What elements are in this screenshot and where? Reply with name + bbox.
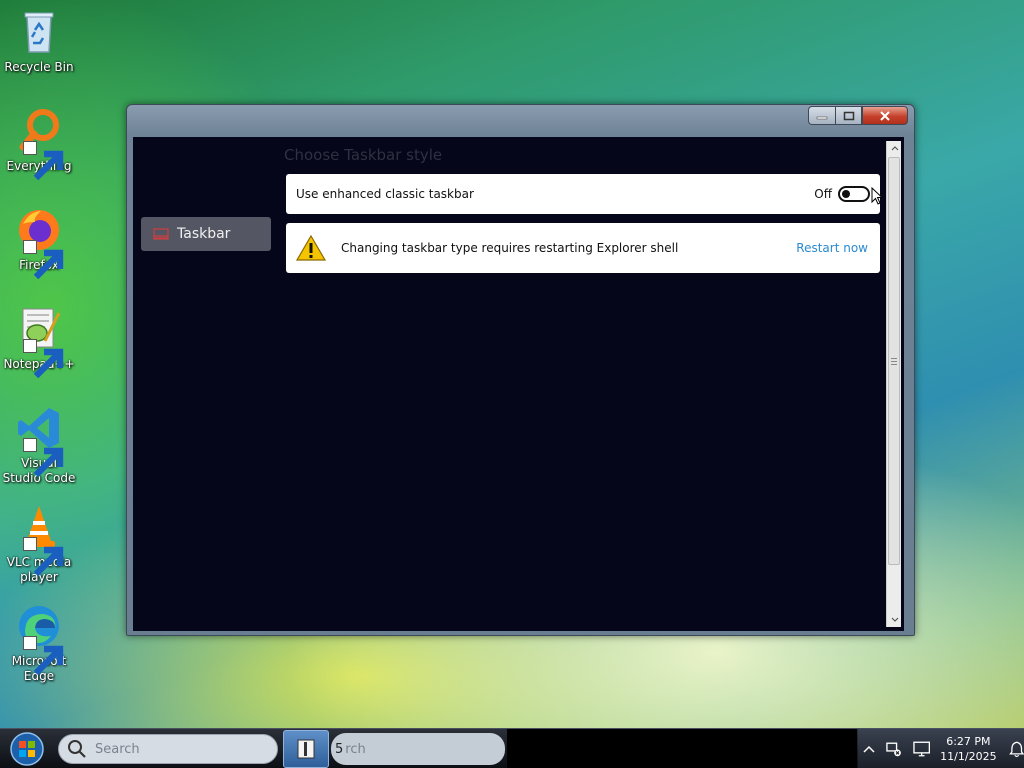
close-icon <box>880 110 890 121</box>
shortcut-arrow-icon <box>23 438 64 478</box>
taskbar-clock[interactable]: 6:27 PM 11/1/2025 <box>940 734 996 764</box>
window-controls <box>808 106 908 125</box>
enhanced-classic-taskbar-toggle[interactable] <box>838 186 870 202</box>
desktop-icon-edge[interactable]: Microsoft Edge <box>2 602 76 684</box>
chevron-up-icon <box>891 146 898 151</box>
window-titlebar[interactable] <box>127 105 914 135</box>
scroll-up-button[interactable] <box>887 141 902 156</box>
notepad-plus-plus-icon <box>15 305 64 379</box>
close-button[interactable] <box>862 106 908 125</box>
clock-date: 11/1/2025 <box>940 750 997 763</box>
toggle-state-label: Off <box>814 187 832 201</box>
desktop-icon-vlc[interactable]: VLC media player <box>2 503 76 585</box>
clock-time: 6:27 PM <box>946 735 991 748</box>
desktop-icon-firefox[interactable]: Firefox <box>2 206 76 280</box>
mouse-cursor-icon <box>871 187 883 205</box>
search-icon <box>68 740 86 758</box>
desktop-icon-label: Recycle Bin <box>4 60 74 74</box>
window-content: Taskbar Choose Taskbar style Use enhance… <box>133 137 904 631</box>
shortcut-arrow-icon <box>23 141 64 181</box>
desktop-icon-notepad-plus-plus[interactable]: Notepad++ <box>2 305 76 379</box>
shortcut-arrow-icon <box>23 240 64 280</box>
restart-warning-card: Changing taskbar type requires restartin… <box>286 223 880 273</box>
vscode-icon <box>15 404 64 478</box>
taskbar-icon <box>153 228 169 240</box>
display-icon[interactable] <box>913 740 930 758</box>
network-icon[interactable] <box>885 740 902 758</box>
section-title: Choose Taskbar style <box>284 146 443 164</box>
warning-icon <box>295 234 327 262</box>
taskbar-empty-area <box>507 729 857 768</box>
chevron-down-icon <box>891 617 898 622</box>
warning-message: Changing taskbar type requires restartin… <box>341 241 679 255</box>
start-button[interactable] <box>6 731 48 767</box>
taskbar-app-button[interactable] <box>283 730 329 768</box>
shortcut-arrow-icon <box>23 339 64 379</box>
maximize-button[interactable] <box>835 106 862 125</box>
desktop-icon-everything[interactable]: Everything <box>2 107 76 181</box>
notification-bell-icon[interactable] <box>1008 740 1024 758</box>
shortcut-arrow-icon <box>23 537 64 577</box>
firefox-icon <box>15 206 64 280</box>
restart-now-link[interactable]: Restart now <box>796 241 868 255</box>
scroll-thumb[interactable] <box>888 157 900 565</box>
scroll-grip-icon <box>891 358 897 365</box>
shortcut-arrow-icon <box>23 636 64 676</box>
preview-badge: 5 <box>335 741 344 757</box>
recycle-bin-icon <box>15 8 63 56</box>
sidebar-item-label: Taskbar <box>177 226 231 242</box>
enhanced-classic-taskbar-setting: Use enhanced classic taskbar Off <box>286 174 880 214</box>
vlc-icon <box>15 503 64 577</box>
preview-text: rch <box>345 741 366 757</box>
sidebar-item-taskbar[interactable]: Taskbar <box>141 217 271 251</box>
taskbar-search-box[interactable]: Search <box>58 734 278 764</box>
desktop-icon-vscode[interactable]: Visual Studio Code <box>2 404 76 486</box>
settings-app-icon <box>297 739 315 759</box>
minimize-icon <box>816 116 828 119</box>
desktop-icon-recycle-bin[interactable]: Recycle Bin <box>2 8 76 75</box>
everything-search-icon <box>15 107 64 181</box>
start-orb-icon <box>10 732 44 766</box>
toggle-knob <box>842 190 850 198</box>
show-hidden-icons-icon[interactable] <box>862 744 875 754</box>
edge-icon <box>15 602 64 676</box>
settings-window: Taskbar Choose Taskbar style Use enhance… <box>126 104 915 636</box>
minimize-button[interactable] <box>808 106 835 125</box>
vertical-scrollbar[interactable] <box>886 141 901 627</box>
scroll-down-button[interactable] <box>887 612 902 627</box>
search-placeholder: Search <box>95 741 140 757</box>
maximize-icon <box>843 111 854 120</box>
taskbar: Search 5 rch 6:27 PM 11/1/2025 <box>0 728 1024 768</box>
system-tray: 6:27 PM 11/1/2025 <box>858 729 1024 768</box>
taskbar-search-preview[interactable]: 5 rch <box>331 733 505 765</box>
setting-label: Use enhanced classic taskbar <box>296 187 474 201</box>
